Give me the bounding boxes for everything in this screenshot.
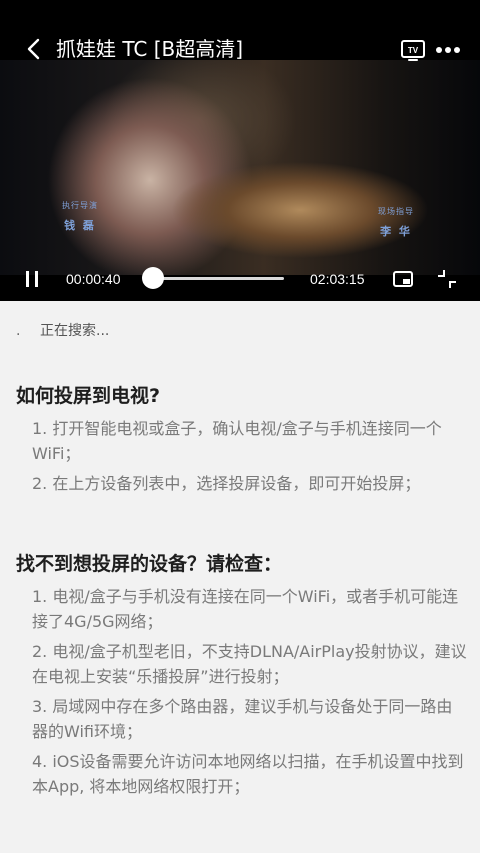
credit-left: 执行导演 钱 磊 [62,200,98,233]
troubleshoot-title: 找不到想投屏的设备？请检查： [16,553,283,575]
how-to-cast-step: 2. 在上方设备列表中，选择投屏设备，即可开始投屏； [32,474,421,493]
troubleshoot-item: 4. iOS设备需要允许访问本地网络以扫描，在手机设置中找到本App, 将本地网… [32,752,464,796]
search-status-text: 正在搜索... [40,323,110,339]
fullscreen-exit-icon[interactable] [436,268,458,290]
picture-in-picture-icon[interactable] [392,268,414,290]
total-time: 02:03:15 [310,271,365,287]
troubleshoot-item: 1. 电视/盒子与手机没有连接在同一个WiFi，或者手机可能连接了4G/5G网络… [32,587,459,631]
how-to-cast-title: 如何投屏到电视? [16,385,161,407]
credit-right-role: 现场指导 [378,207,414,216]
how-to-cast-step: 1. 打开智能电视或盒子，确认电视/盒子与手机连接同一个WiFi； [32,419,442,463]
progress-track[interactable] [148,277,284,280]
progress-knob[interactable] [141,267,164,289]
video-player[interactable]: 执行导演 钱 磊 现场指导 李 华 抓娃娃 TC [B超高清] TV 00:00… [0,0,480,301]
player-top-bar: 抓娃娃 TC [B超高清] TV [0,28,480,72]
tv-icon[interactable]: TV [400,38,426,62]
pause-icon[interactable] [22,268,42,290]
chevron-left-icon[interactable] [22,36,48,62]
credit-right: 现场指导 李 华 [378,206,414,239]
credit-left-name: 钱 磊 [64,219,96,232]
troubleshoot-item: 2. 电视/盒子机型老旧，不支持DLNA/AirPlay投射协议，建议在电视上安… [32,642,467,686]
search-status: . 正在搜索... [16,320,109,340]
more-horizontal-icon[interactable] [434,38,462,62]
credit-left-role: 执行导演 [62,201,98,210]
troubleshoot-item: 3. 局域网中存在多个路由器，建议手机与设备处于同一路由器的Wifi环境； [32,697,453,741]
svg-text:TV: TV [408,46,419,55]
current-time: 00:00:40 [66,271,121,287]
credit-right-name: 李 华 [380,225,412,238]
video-title: 抓娃娃 TC [B超高清] [56,37,244,61]
video-frame[interactable]: 执行导演 钱 磊 现场指导 李 华 [0,60,480,275]
player-controls: 00:00:40 02:03:15 [0,262,480,296]
search-spinner-dot: . [16,323,21,339]
